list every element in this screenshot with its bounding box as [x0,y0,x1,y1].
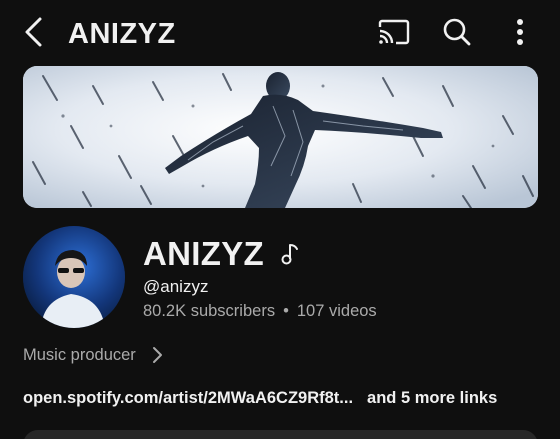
page-title: ANIZYZ [68,18,176,50]
search-button[interactable] [437,14,477,54]
channel-screen: ANIZYZ ANIZYZ @anizyz 80.2K subscribers … [0,0,560,439]
channel-name: ANIZYZ [143,235,264,272]
cast-button[interactable] [374,14,414,54]
more-options-button[interactable] [500,14,540,54]
chevron-right-icon [150,345,164,365]
channel-description[interactable]: Music producer [23,343,164,367]
subscribe-button[interactable] [23,430,538,439]
chevron-left-icon [23,16,45,53]
more-links-link[interactable]: and 5 more links [367,389,497,408]
spotify-link[interactable]: open.spotify.com/artist/2MWaA6CZ9Rf8t... [23,389,353,408]
stats-separator: • [283,302,289,320]
channel-avatar[interactable] [23,226,125,328]
more-vert-icon [515,18,525,51]
channel-stats: 80.2K subscribers • 107 videos [143,300,377,322]
channel-name-row: ANIZYZ [143,233,300,275]
channel-links: open.spotify.com/artist/2MWaA6CZ9Rf8t...… [23,386,497,410]
description-text: Music producer [23,345,136,364]
subscriber-count: 80.2K subscribers [143,302,276,320]
music-note-icon [280,242,300,266]
search-icon [442,17,472,52]
back-button[interactable] [14,14,54,54]
top-app-bar: ANIZYZ [0,0,560,66]
cast-icon [378,19,410,50]
channel-banner [23,66,538,208]
channel-handle: @anizyz [143,277,209,296]
video-count: 107 videos [296,302,377,320]
